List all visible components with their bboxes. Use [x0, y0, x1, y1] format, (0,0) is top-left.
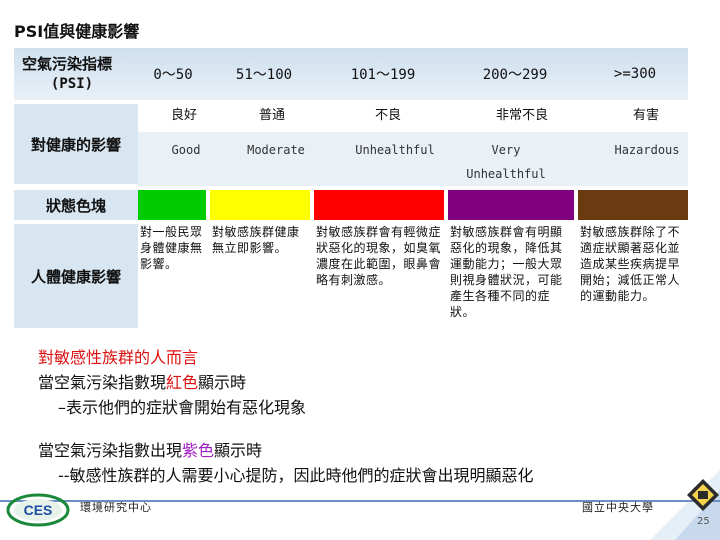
- note-line-3: –表示他們的症狀會開始有惡化現象: [58, 398, 307, 417]
- ces-logo-icon: CES: [6, 493, 70, 527]
- note-line-4-suffix: 顯示時: [214, 441, 263, 460]
- note-line-2: 當空氣污染指數現紅色顯示時: [38, 369, 246, 393]
- note-line-2-prefix: 當空氣污染指數現: [38, 373, 167, 392]
- header-title: 空氣污染指標 (PSI): [22, 54, 112, 94]
- note-line-5: --敏感性族群的人需要小心提防，因此時他們的症狀會出現明顯惡化: [58, 466, 534, 485]
- row-label-color: 狀態色塊: [14, 190, 138, 220]
- ces-logo-text: CES: [24, 502, 53, 518]
- color-box-yellow: [210, 190, 310, 220]
- header-title-sub: (PSI): [50, 76, 94, 92]
- page-number: 25: [697, 516, 710, 527]
- row-label-health: 對健康的影響: [14, 104, 138, 184]
- health-en-cell: Hazardous: [614, 143, 680, 157]
- health-zh-cell: 普通: [258, 108, 285, 123]
- table-header-row: 空氣污染指標 (PSI) 0～50 51～100 101～199 200～299…: [14, 48, 688, 100]
- effect-cell: 對敏感族群除了不適症狀顯著惡化並造成某些疾病提早開始；減低正常人的運動能力。: [580, 225, 681, 303]
- note-line-4: 當空氣污染指數出現紫色顯示時: [38, 437, 262, 461]
- note-line-2-highlight: 紅色: [166, 373, 199, 392]
- note-line-2-suffix: 顯示時: [198, 373, 247, 392]
- health-zh-cell: 有害: [632, 108, 659, 123]
- range-cell: 101～199: [350, 67, 416, 83]
- page-title: PSI值與健康影響: [14, 22, 140, 41]
- effect-cell: 對敏感族群健康無立即影響。: [212, 225, 300, 255]
- color-box-maroon: [578, 190, 688, 220]
- color-box-green: [138, 190, 206, 220]
- color-box-purple: [448, 190, 574, 220]
- health-en-cell: Moderate: [247, 143, 305, 157]
- effect-cell: 對一般民眾身體健康無影響。: [140, 225, 203, 271]
- health-zh-cell: 不良: [374, 108, 401, 123]
- health-en-cell: Very Unhealthful: [466, 143, 546, 181]
- range-cell: >=300: [613, 66, 657, 82]
- psi-table: 空氣污染指標 (PSI) 0～50 51～100 101～199 200～299…: [14, 48, 688, 334]
- health-en-cell: Unhealthful: [355, 143, 435, 157]
- note-line-4-prefix: 當空氣污染指數出現: [38, 441, 183, 460]
- effect-cell: 對敏感族群會有明顯惡化的現象，降低其運動能力；一般大眾則視身體狀況，可能產生各種…: [450, 225, 563, 319]
- health-zh-cell: 良好: [170, 108, 197, 123]
- university-badge-icon: [687, 479, 719, 511]
- range-cell: 200～299: [482, 67, 548, 83]
- university-name: 國立中央大學: [582, 501, 654, 514]
- color-box-red: [314, 190, 444, 220]
- health-zh-cell: 非常不良: [495, 108, 548, 123]
- header-title-label: 空氣污染指標: [22, 55, 113, 73]
- range-cell: 0～50: [153, 67, 193, 83]
- note-line-1: 對敏感性族群的人而言: [38, 348, 199, 367]
- center-name: 環境研究中心: [80, 501, 152, 514]
- range-cell: 51～100: [235, 67, 293, 83]
- row-label-effect: 人體健康影響: [14, 224, 138, 328]
- note-line-4-highlight: 紫色: [182, 441, 215, 460]
- effect-cell: 對敏感族群會有輕微症狀惡化的現象，如臭氧濃度在此範圍，眼鼻會略有刺激感。: [316, 225, 442, 287]
- health-en-cell: Good: [171, 143, 201, 157]
